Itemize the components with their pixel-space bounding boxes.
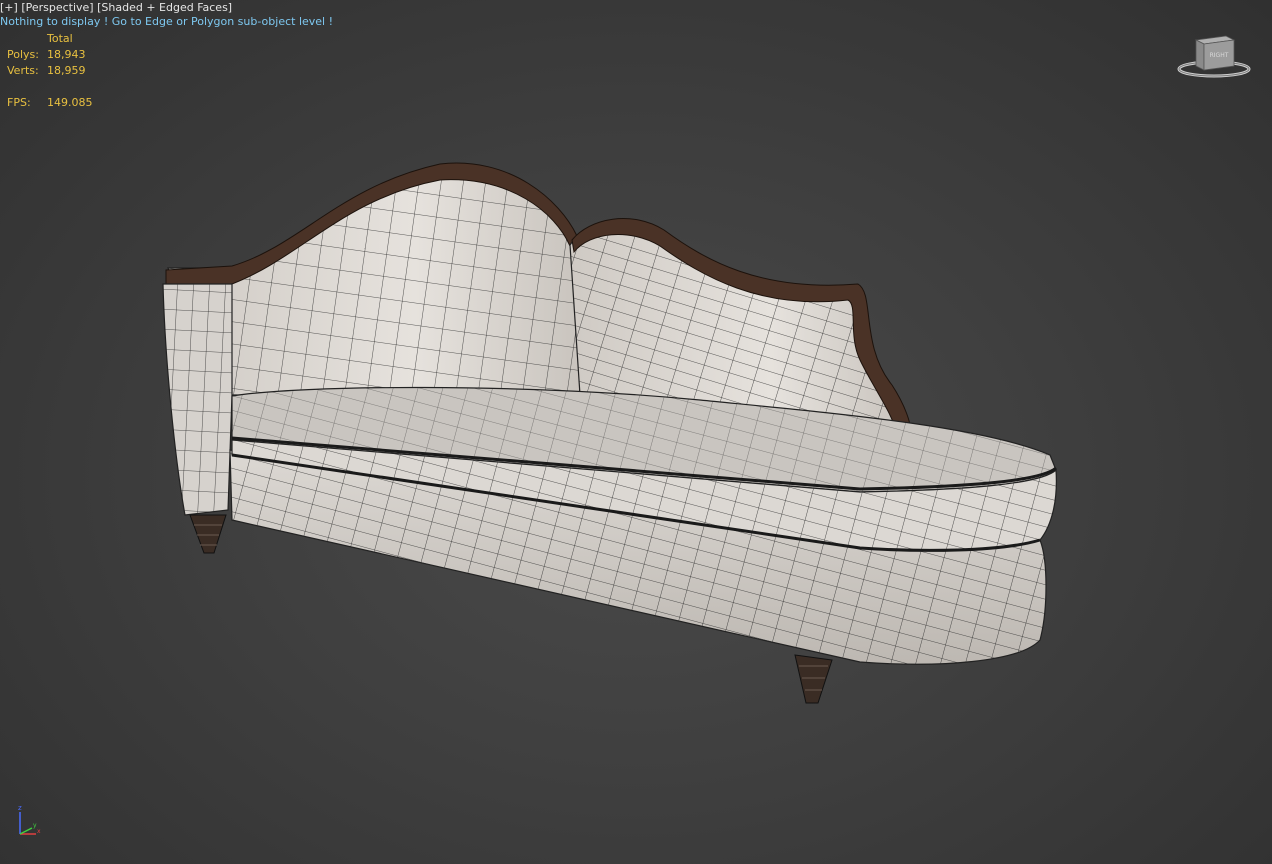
left-arm	[162, 283, 233, 516]
stats-header: Total	[47, 32, 73, 45]
viewport-label[interactable]: [+] [Perspective] [Shaded + Edged Faces]	[0, 1, 232, 14]
viewcube-icon[interactable]: RIGHT	[1176, 32, 1256, 82]
leg-front-left	[189, 514, 227, 554]
viewport-view-menu[interactable]: [Perspective]	[21, 1, 93, 14]
polys-value: 18,943	[47, 48, 86, 61]
axis-x-label: x	[37, 828, 41, 835]
fps-value: 149.085	[47, 96, 93, 109]
verts-value: 18,959	[47, 64, 86, 77]
leg-front-right	[794, 654, 833, 704]
polys-label: Polys:	[7, 48, 39, 61]
scene-canvas[interactable]	[0, 0, 1272, 864]
3d-viewport[interactable]: [+] [Perspective] [Shaded + Edged Faces]…	[0, 0, 1272, 864]
axis-gizmo-icon: z x y	[18, 804, 41, 835]
axis-z-label: z	[18, 804, 22, 812]
fps-label: FPS:	[7, 96, 31, 109]
verts-label: Verts:	[7, 64, 39, 77]
viewcube-face-label: RIGHT	[1210, 52, 1229, 59]
viewport-plus-menu[interactable]: [+]	[0, 1, 18, 14]
viewport-shading-menu[interactable]: [Shaded + Edged Faces]	[97, 1, 232, 14]
axis-y-label: y	[33, 822, 37, 829]
viewport-message: Nothing to display ! Go to Edge or Polyg…	[0, 15, 334, 28]
